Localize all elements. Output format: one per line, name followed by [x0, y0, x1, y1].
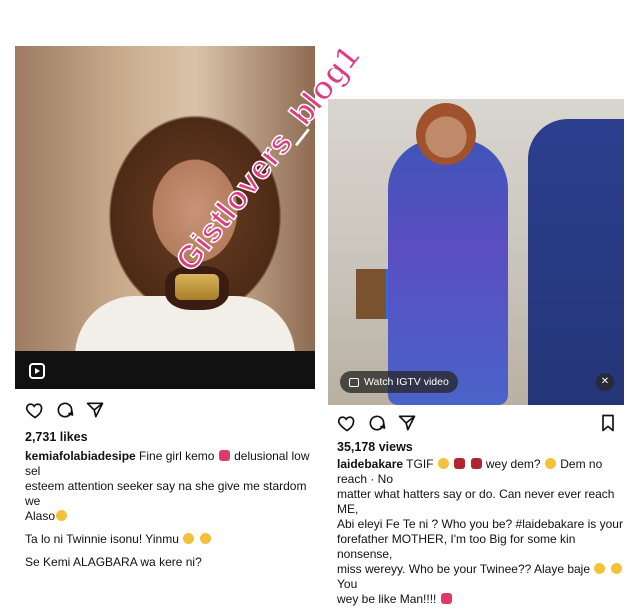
laughing-emoji-icon: [56, 510, 68, 521]
left-caption-username[interactable]: kemiafolabiadesipe: [25, 449, 136, 463]
right-caption-line3: Abi eleyi Fe Te ni ? Who you be? #laideb…: [337, 517, 623, 531]
laughing-emoji-icon: [437, 458, 449, 469]
left-caption-para3: Se Kemi ALAGBARA wa kere ni?: [25, 555, 202, 569]
heart-icon[interactable]: [25, 400, 45, 420]
left-caption: kemiafolabiadesipe Fine girl kemo delusi…: [25, 449, 325, 578]
right-photo-dress: [388, 139, 508, 405]
smirk-emoji-icon: [610, 563, 622, 574]
left-video-bar: [15, 351, 315, 389]
right-caption-text-b: wey dem?: [482, 457, 541, 471]
left-caption-para2: Ta lo ni Twinnie isonu! Yinmu: [25, 532, 179, 546]
smirk-emoji-icon: [594, 563, 606, 574]
heart-icon[interactable]: [337, 413, 357, 433]
left-caption-text-3: Alaso: [25, 509, 56, 523]
right-photo-agbada: [528, 119, 624, 405]
left-caption-text-1: Fine girl kemo: [135, 449, 215, 463]
right-post-video[interactable]: Watch IGTV video ✕: [328, 99, 624, 405]
watch-igtv-label: Watch IGTV video: [364, 376, 449, 388]
right-actions: [337, 413, 417, 433]
angry-emoji-icon: [440, 593, 452, 604]
right-caption-line6: wey be like Man!!!!: [337, 592, 437, 606]
right-caption-username[interactable]: laidebakare: [337, 457, 403, 471]
right-caption: laidebakare TGIF wey dem? Dem no reach ·…: [337, 457, 627, 615]
right-caption-line5: miss wereyy. Who be your Twinee?? Alaye …: [337, 562, 594, 576]
dancer-emoji-icon: [454, 458, 466, 469]
share-icon[interactable]: [397, 413, 417, 433]
left-post-video[interactable]: [15, 46, 315, 389]
right-views-count[interactable]: 35,178 views: [337, 440, 413, 454]
reels-icon[interactable]: [29, 363, 45, 379]
dancer-emoji-icon: [470, 458, 482, 469]
left-photo-grill: [175, 274, 219, 300]
comment-icon[interactable]: [55, 400, 75, 420]
laughing-emoji-icon: [183, 533, 195, 544]
right-photo-head: [416, 103, 476, 165]
right-caption-line4: forefather MOTHER, I'm too Big for some …: [337, 532, 576, 561]
share-icon[interactable]: [85, 400, 105, 420]
left-caption-text-2: esteem attention seeker say na she give …: [25, 479, 307, 508]
laughing-emoji-icon: [199, 533, 211, 544]
comment-icon[interactable]: [367, 413, 387, 433]
bookmark-icon[interactable]: [598, 413, 618, 433]
smirk-emoji-icon: [544, 458, 556, 469]
left-likes-count[interactable]: 2,731 likes: [25, 430, 88, 444]
lips-emoji-icon: [218, 450, 230, 461]
watch-igtv-button[interactable]: Watch IGTV video: [340, 371, 458, 393]
right-caption-text-a: TGIF: [403, 457, 437, 471]
right-caption-line5b: You: [337, 577, 358, 591]
mute-icon[interactable]: ✕: [596, 373, 614, 391]
left-actions: [25, 400, 105, 420]
igtv-icon: [349, 377, 359, 387]
right-caption-line2: matter what hatters say or do. Can never…: [337, 487, 615, 516]
